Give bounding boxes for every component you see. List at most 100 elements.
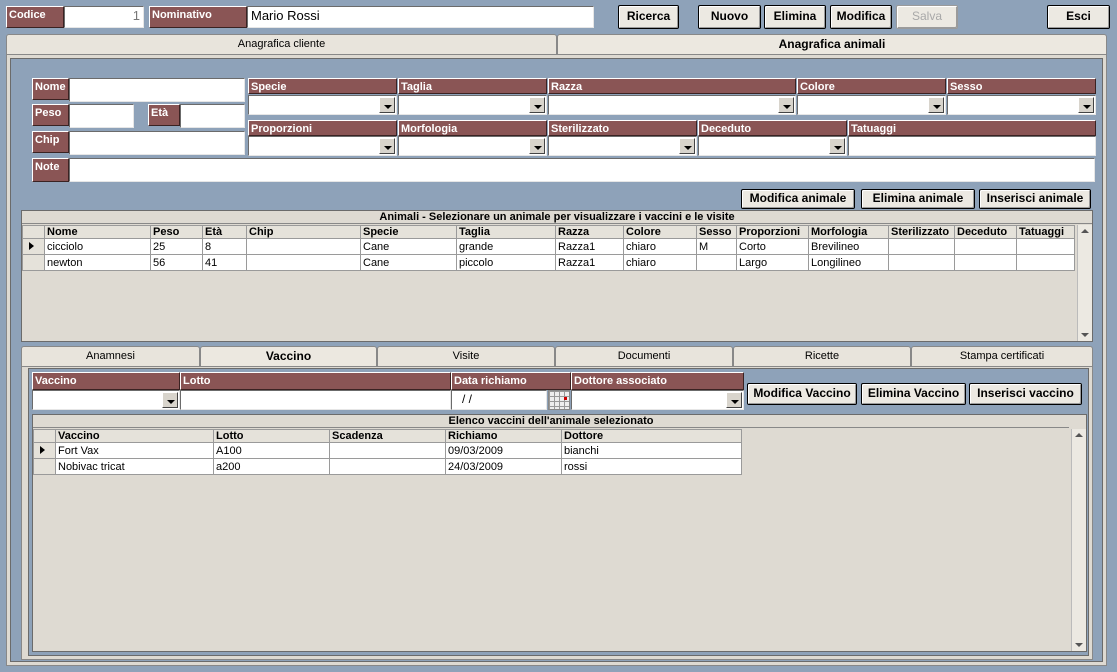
- specie-select[interactable]: [248, 95, 397, 115]
- cell-chip[interactable]: [246, 238, 361, 255]
- cell-lotto[interactable]: A100: [213, 442, 330, 459]
- cell-nome[interactable]: newton: [44, 254, 151, 271]
- table-row[interactable]: newton 56 41 Cane piccolo Razza1 chiaro …: [22, 254, 1075, 271]
- taglia-select[interactable]: [398, 95, 547, 115]
- chevron-down-icon[interactable]: [1078, 97, 1094, 113]
- col-taglia[interactable]: Taglia: [456, 225, 556, 239]
- chevron-down-icon[interactable]: [379, 138, 395, 154]
- cell-peso[interactable]: 56: [150, 254, 203, 271]
- col-proporzioni[interactable]: Proporzioni: [736, 225, 809, 239]
- tatuaggi-field[interactable]: [848, 136, 1096, 156]
- razza-select[interactable]: [548, 95, 796, 115]
- col-deceduto[interactable]: Deceduto: [954, 225, 1017, 239]
- table-row[interactable]: cicciolo 25 8 Cane grande Razza1 chiaro …: [22, 238, 1075, 255]
- cell-proporzioni[interactable]: Largo: [736, 254, 809, 271]
- table-row[interactable]: Nobivac tricat a200 24/03/2009 rossi: [33, 458, 742, 475]
- cell-richiamo[interactable]: 24/03/2009: [445, 458, 562, 475]
- cell-eta[interactable]: 41: [202, 254, 247, 271]
- col-sesso[interactable]: Sesso: [696, 225, 737, 239]
- ricerca-button[interactable]: Ricerca: [618, 5, 679, 29]
- chip-field[interactable]: [69, 131, 245, 155]
- cell-chip[interactable]: [246, 254, 361, 271]
- sterilizzato-select[interactable]: [548, 136, 697, 156]
- morfologia-select[interactable]: [398, 136, 547, 156]
- tab-anagrafica-animali[interactable]: Anagrafica animali: [557, 34, 1107, 56]
- col-colore[interactable]: Colore: [623, 225, 697, 239]
- eta-field[interactable]: [180, 104, 245, 128]
- esci-button[interactable]: Esci: [1047, 5, 1110, 29]
- cell-sesso[interactable]: [696, 254, 737, 271]
- animals-scrollbar[interactable]: [1077, 225, 1092, 341]
- cell-vaccino[interactable]: Nobivac tricat: [55, 458, 214, 475]
- cell-richiamo[interactable]: 09/03/2009: [445, 442, 562, 459]
- nuovo-button[interactable]: Nuovo: [698, 5, 761, 29]
- note-field[interactable]: [69, 158, 1095, 182]
- dottore-associato-select[interactable]: [571, 390, 744, 410]
- cell-proporzioni[interactable]: Corto: [736, 238, 809, 255]
- colore-select[interactable]: [797, 95, 946, 115]
- cell-colore[interactable]: chiaro: [623, 254, 697, 271]
- cell-scadenza[interactable]: [329, 442, 446, 459]
- tab-stampa-certificati[interactable]: Stampa certificati: [911, 346, 1093, 366]
- cell-colore[interactable]: chiaro: [623, 238, 697, 255]
- chevron-down-icon[interactable]: [379, 97, 395, 113]
- cell-razza[interactable]: Razza1: [555, 254, 624, 271]
- cell-lotto[interactable]: a200: [213, 458, 330, 475]
- scroll-up-icon[interactable]: [1075, 433, 1083, 437]
- col-chip[interactable]: Chip: [246, 225, 361, 239]
- cell-dottore[interactable]: rossi: [561, 458, 742, 475]
- col-specie[interactable]: Specie: [360, 225, 457, 239]
- tab-anamnesi[interactable]: Anamnesi: [21, 346, 200, 366]
- tab-ricette[interactable]: Ricette: [733, 346, 911, 366]
- col-eta[interactable]: Età: [202, 225, 247, 239]
- cell-peso[interactable]: 25: [150, 238, 203, 255]
- col-lotto[interactable]: Lotto: [213, 429, 330, 443]
- chevron-down-icon[interactable]: [829, 138, 845, 154]
- tab-visite[interactable]: Visite: [377, 346, 555, 366]
- salva-button[interactable]: Salva: [896, 5, 958, 29]
- modifica-vaccino-button[interactable]: Modifica Vaccino: [747, 383, 857, 405]
- col-dottore[interactable]: Dottore: [561, 429, 742, 443]
- data-richiamo-field[interactable]: / /: [451, 390, 547, 410]
- col-scadenza[interactable]: Scadenza: [329, 429, 446, 443]
- tab-vaccino[interactable]: Vaccino: [200, 346, 377, 368]
- elimina-vaccino-button[interactable]: Elimina Vaccino: [861, 383, 966, 405]
- chevron-down-icon[interactable]: [778, 97, 794, 113]
- sesso-select[interactable]: [947, 95, 1096, 115]
- chevron-down-icon[interactable]: [162, 392, 178, 408]
- tab-anagrafica-cliente[interactable]: Anagrafica cliente: [6, 34, 557, 54]
- scroll-down-icon[interactable]: [1075, 643, 1083, 647]
- col-richiamo[interactable]: Richiamo: [445, 429, 562, 443]
- cell-sterilizzato[interactable]: [888, 238, 955, 255]
- vaccines-scrollbar[interactable]: [1071, 429, 1086, 651]
- tab-documenti[interactable]: Documenti: [555, 346, 733, 366]
- col-sterilizzato[interactable]: Sterilizzato: [888, 225, 955, 239]
- elimina-button[interactable]: Elimina: [764, 5, 826, 29]
- scroll-down-icon[interactable]: [1081, 333, 1089, 337]
- col-morfologia[interactable]: Morfologia: [808, 225, 889, 239]
- col-razza[interactable]: Razza: [555, 225, 624, 239]
- nominativo-field[interactable]: Mario Rossi: [247, 6, 594, 28]
- col-vaccino[interactable]: Vaccino: [55, 429, 214, 443]
- chevron-down-icon[interactable]: [726, 392, 742, 408]
- cell-specie[interactable]: Cane: [360, 254, 457, 271]
- cell-dottore[interactable]: bianchi: [561, 442, 742, 459]
- col-peso[interactable]: Peso: [150, 225, 203, 239]
- codice-field[interactable]: 1: [64, 6, 144, 28]
- proporzioni-select[interactable]: [248, 136, 397, 156]
- lotto-field[interactable]: [180, 390, 451, 410]
- modifica-button[interactable]: Modifica: [830, 5, 892, 29]
- nome-field[interactable]: [69, 78, 245, 102]
- cell-morfologia[interactable]: Brevilineo: [808, 238, 889, 255]
- cell-morfologia[interactable]: Longilineo: [808, 254, 889, 271]
- cell-taglia[interactable]: grande: [456, 238, 556, 255]
- cell-sesso[interactable]: M: [696, 238, 737, 255]
- peso-field[interactable]: [69, 104, 134, 128]
- modifica-animale-button[interactable]: Modifica animale: [741, 189, 855, 209]
- cell-tatuaggi[interactable]: [1016, 238, 1075, 255]
- elimina-animale-button[interactable]: Elimina animale: [861, 189, 975, 209]
- scroll-up-icon[interactable]: [1081, 229, 1089, 233]
- cell-tatuaggi[interactable]: [1016, 254, 1075, 271]
- col-nome[interactable]: Nome: [44, 225, 151, 239]
- table-row[interactable]: Fort Vax A100 09/03/2009 bianchi: [33, 442, 742, 459]
